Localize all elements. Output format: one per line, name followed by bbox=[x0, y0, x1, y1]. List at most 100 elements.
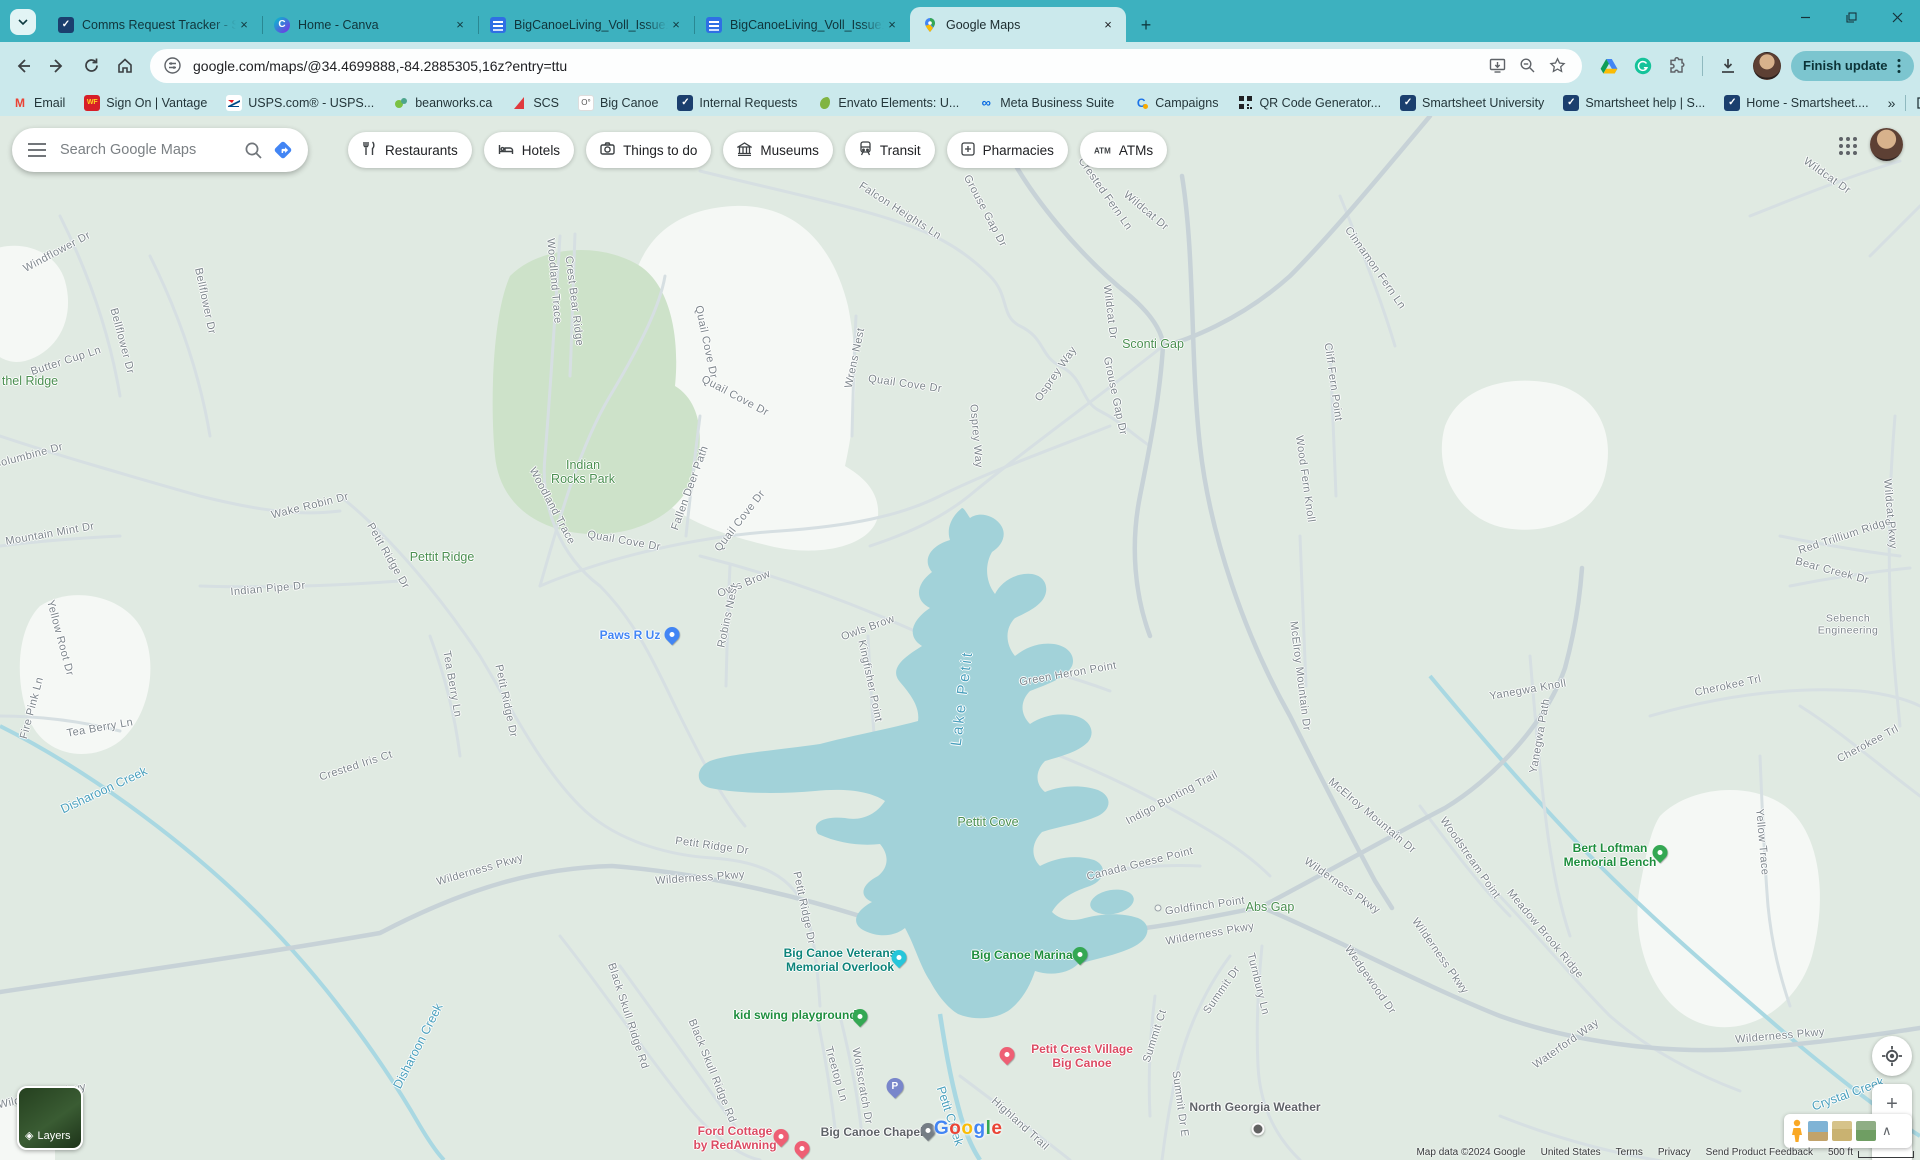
bookmark-item[interactable]: QR Code Generator... bbox=[1237, 95, 1381, 111]
bookmark-item[interactable]: Envato Elements: U... bbox=[816, 95, 959, 111]
bigcanoe-icon: O° bbox=[578, 95, 594, 111]
tab-5[interactable]: Google Maps× bbox=[910, 7, 1126, 42]
map-canvas[interactable]: Wildcat DrGrouse Gap DrFalcon Heights Ln… bbox=[0, 116, 1920, 1160]
menu-hamburger-icon[interactable] bbox=[28, 143, 46, 157]
map-pin[interactable] bbox=[1252, 1123, 1265, 1136]
minimize-button[interactable] bbox=[1782, 0, 1828, 34]
url-text[interactable]: google.com/maps/@34.4699888,-84.2885305,… bbox=[193, 58, 1482, 74]
google-watermark-letter: o bbox=[949, 1118, 961, 1139]
browser-menu-button[interactable] bbox=[1888, 55, 1910, 77]
bookmark-item[interactable]: MEmail bbox=[12, 95, 65, 111]
my-location-button[interactable] bbox=[1872, 1036, 1912, 1076]
bookmark-item[interactable]: ∞Meta Business Suite bbox=[978, 95, 1114, 111]
bookmark-item[interactable]: USPS.com® - USPS... bbox=[226, 95, 374, 111]
tab-strip: ✓Comms Request Tracker - Smar×CHome - Ca… bbox=[46, 7, 1160, 42]
chip-museums[interactable]: Museums bbox=[723, 132, 833, 168]
back-button[interactable] bbox=[6, 49, 40, 83]
search-button[interactable] bbox=[238, 135, 268, 165]
finish-update-button[interactable]: Finish update bbox=[1791, 51, 1914, 81]
attribution-link[interactable]: United States bbox=[1541, 1147, 1601, 1158]
folder-icon bbox=[1916, 95, 1920, 111]
chip-transit[interactable]: Transit bbox=[845, 132, 935, 168]
attribution-link[interactable]: Terms bbox=[1616, 1147, 1643, 1158]
imagery-thumbnail[interactable] bbox=[1856, 1121, 1876, 1141]
map-attribution: Map data ©2024 Google United States Terms P… bbox=[1416, 1147, 1914, 1158]
chip-atms[interactable]: ATMATMs bbox=[1080, 132, 1167, 168]
bookmark-label: Meta Business Suite bbox=[1000, 96, 1114, 110]
browser-toolbar: google.com/maps/@34.4699888,-84.2885305,… bbox=[0, 42, 1920, 89]
tab-1[interactable]: ✓Comms Request Tracker - Smar× bbox=[46, 7, 262, 42]
bookmark-item[interactable]: ✓Smartsheet University bbox=[1400, 95, 1544, 111]
account-avatar[interactable] bbox=[1870, 128, 1903, 161]
category-chipbar: Restaurants Hotels Things to do Museums Tran… bbox=[348, 132, 1167, 168]
imagery-thumbnail[interactable] bbox=[1808, 1121, 1828, 1141]
close-tab-icon[interactable]: × bbox=[236, 17, 252, 33]
chip-pharmacies[interactable]: Pharmacies bbox=[947, 132, 1068, 168]
search-input[interactable]: Search Google Maps bbox=[60, 142, 238, 158]
attribution-link[interactable]: Privacy bbox=[1658, 1147, 1691, 1158]
browser-titlebar: ✓Comms Request Tracker - Smar×CHome - Ca… bbox=[0, 0, 1920, 42]
kebab-menu-icon bbox=[1897, 58, 1901, 74]
install-icon bbox=[1489, 57, 1506, 74]
close-tab-icon[interactable]: × bbox=[452, 17, 468, 33]
close-tab-icon[interactable]: × bbox=[668, 17, 684, 33]
tab-title: Home - Canva bbox=[298, 18, 452, 32]
new-tab-button[interactable]: + bbox=[1132, 11, 1160, 39]
bookmark-item[interactable]: ✓Home - Smartsheet.... bbox=[1724, 95, 1868, 111]
maximize-button[interactable] bbox=[1828, 0, 1874, 34]
all-bookmarks-button[interactable]: All Bookmarks bbox=[1916, 95, 1920, 111]
bookmark-item[interactable]: O°Big Canoe bbox=[578, 95, 658, 111]
site-info-icon[interactable] bbox=[164, 57, 181, 74]
street-view-imagery-bar: ∧ bbox=[1784, 1114, 1912, 1148]
bookmark-item[interactable]: SCS bbox=[511, 95, 559, 111]
beanworks-icon bbox=[393, 95, 409, 111]
tab-4[interactable]: BigCanoeLiving_Voll_Issue18 - U× bbox=[694, 7, 910, 42]
address-bar[interactable]: google.com/maps/@34.4699888,-84.2885305,… bbox=[150, 49, 1582, 83]
bookmark-label: Smartsheet University bbox=[1422, 96, 1544, 110]
install-app-button[interactable] bbox=[1482, 51, 1512, 81]
collapse-imagery-button[interactable]: ∧ bbox=[1882, 1123, 1892, 1139]
drive-extension-button[interactable] bbox=[1592, 49, 1626, 83]
tab-3[interactable]: BigCanoeLiving_Voll_Issue16 - U× bbox=[478, 7, 694, 42]
smartsheet-icon: ✓ bbox=[58, 17, 74, 33]
pegman-icon[interactable] bbox=[1790, 1119, 1804, 1143]
refresh-button[interactable] bbox=[74, 49, 108, 83]
wf-icon: WF bbox=[84, 95, 100, 111]
close-window-button[interactable] bbox=[1874, 0, 1920, 34]
map-data-credit: Map data ©2024 Google bbox=[1416, 1147, 1525, 1158]
forward-button[interactable] bbox=[40, 49, 74, 83]
chip-things-to-do[interactable]: Things to do bbox=[586, 132, 711, 168]
grammarly-icon bbox=[1634, 57, 1652, 75]
layers-button[interactable]: ◈ Layers bbox=[17, 1086, 83, 1150]
campaigns-icon: C bbox=[1133, 95, 1149, 111]
zoom-level-button[interactable] bbox=[1512, 51, 1542, 81]
browser-profile-avatar[interactable] bbox=[1753, 52, 1781, 80]
bookmark-item[interactable]: ✓Smartsheet help | S... bbox=[1563, 95, 1705, 111]
close-tab-icon[interactable]: × bbox=[884, 17, 900, 33]
bookmark-page-button[interactable] bbox=[1542, 51, 1572, 81]
window-controls bbox=[1782, 0, 1920, 34]
google-apps-button[interactable] bbox=[1838, 136, 1858, 161]
extensions-button[interactable] bbox=[1660, 49, 1694, 83]
tab-2[interactable]: CHome - Canva× bbox=[262, 7, 478, 42]
pdf-icon bbox=[706, 17, 722, 33]
grammarly-extension-button[interactable] bbox=[1626, 49, 1660, 83]
tab-search-button[interactable] bbox=[10, 9, 36, 35]
usps-icon bbox=[226, 95, 242, 111]
home-button[interactable] bbox=[108, 49, 142, 83]
chip-hotels[interactable]: Hotels bbox=[484, 132, 574, 168]
bookmark-label: SCS bbox=[533, 96, 559, 110]
bookmark-item[interactable]: CCampaigns bbox=[1133, 95, 1218, 111]
close-tab-icon[interactable]: × bbox=[1100, 17, 1116, 33]
bookmark-item[interactable]: WFSign On | Vantage bbox=[84, 95, 207, 111]
imagery-thumbnail[interactable] bbox=[1832, 1121, 1852, 1141]
attribution-link[interactable]: Send Product Feedback bbox=[1706, 1147, 1813, 1158]
bookmarks-overflow-button[interactable]: » bbox=[1888, 95, 1896, 111]
scale-bar bbox=[1858, 1151, 1914, 1158]
chip-restaurants[interactable]: Restaurants bbox=[348, 132, 472, 168]
downloads-button[interactable] bbox=[1711, 49, 1745, 83]
bookmark-item[interactable]: ✓Internal Requests bbox=[677, 95, 797, 111]
bookmark-item[interactable]: beanworks.ca bbox=[393, 95, 492, 111]
google-watermark: Google bbox=[934, 1118, 1002, 1140]
directions-button[interactable] bbox=[268, 135, 298, 165]
